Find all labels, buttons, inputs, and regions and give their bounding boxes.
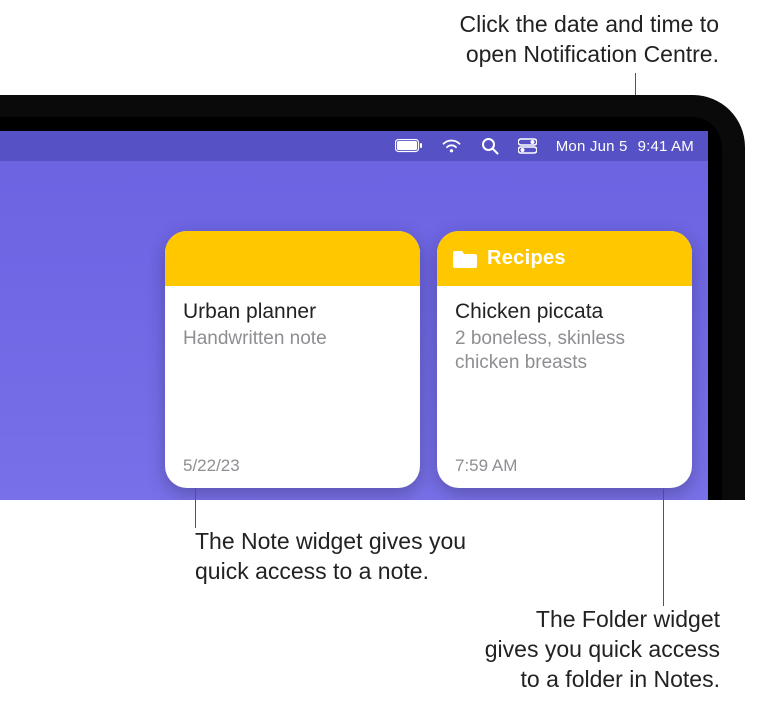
callout-line: gives you quick access (485, 635, 720, 665)
widgets-row: Urban planner Handwritten note 5/22/23 (165, 231, 692, 488)
note-widget-header (165, 231, 420, 286)
note-widget-subtitle: Handwritten note (183, 327, 402, 351)
menubar-date: Mon Jun 5 (556, 138, 628, 155)
folder-widget-subtitle: 2 boneless, skinless chicken breasts (455, 327, 674, 375)
callout-line: open Notification Centre. (459, 40, 719, 70)
callout-line: to a folder in Notes. (485, 665, 720, 695)
desktop-screen: Mon Jun 5 9:41 AM Urban planner Handwrit… (0, 131, 708, 500)
control-center-icon[interactable] (518, 138, 537, 154)
callout-datetime: Click the date and time to open Notifica… (459, 10, 719, 70)
note-widget-footer: 5/22/23 (183, 456, 240, 476)
folder-widget-body: Chicken piccata 2 boneless, skinless chi… (437, 286, 692, 375)
folder-widget-label: Recipes (487, 247, 566, 270)
callout-line: The Folder widget (485, 605, 720, 635)
search-icon[interactable] (481, 137, 499, 155)
callout-line: The Note widget gives you (195, 527, 466, 557)
folder-widget-header: Recipes (437, 231, 692, 286)
folder-widget-footer: 7:59 AM (455, 456, 517, 476)
laptop-frame: Mon Jun 5 9:41 AM Urban planner Handwrit… (0, 95, 745, 500)
menubar: Mon Jun 5 9:41 AM (0, 131, 708, 161)
laptop-bezel: Mon Jun 5 9:41 AM Urban planner Handwrit… (0, 117, 722, 500)
callout-folder-widget: The Folder widget gives you quick access… (485, 605, 720, 695)
wifi-icon[interactable] (441, 139, 462, 154)
folder-icon (453, 249, 477, 269)
callout-note-widget: The Note widget gives you quick access t… (195, 527, 466, 587)
callout-line: Click the date and time to (459, 10, 719, 40)
note-widget-body: Urban planner Handwritten note (165, 286, 420, 351)
leader-line (663, 489, 664, 606)
note-widget[interactable]: Urban planner Handwritten note 5/22/23 (165, 231, 420, 488)
menubar-time: 9:41 AM (638, 138, 694, 155)
folder-widget-title: Chicken piccata (455, 300, 674, 324)
laptop-region: Mon Jun 5 9:41 AM Urban planner Handwrit… (0, 95, 774, 503)
menubar-datetime[interactable]: Mon Jun 5 9:41 AM (556, 138, 694, 155)
folder-widget[interactable]: Recipes Chicken piccata 2 boneless, skin… (437, 231, 692, 488)
note-widget-title: Urban planner (183, 300, 402, 324)
battery-icon[interactable] (395, 139, 422, 153)
callout-line: quick access to a note. (195, 557, 466, 587)
leader-line (195, 488, 196, 528)
